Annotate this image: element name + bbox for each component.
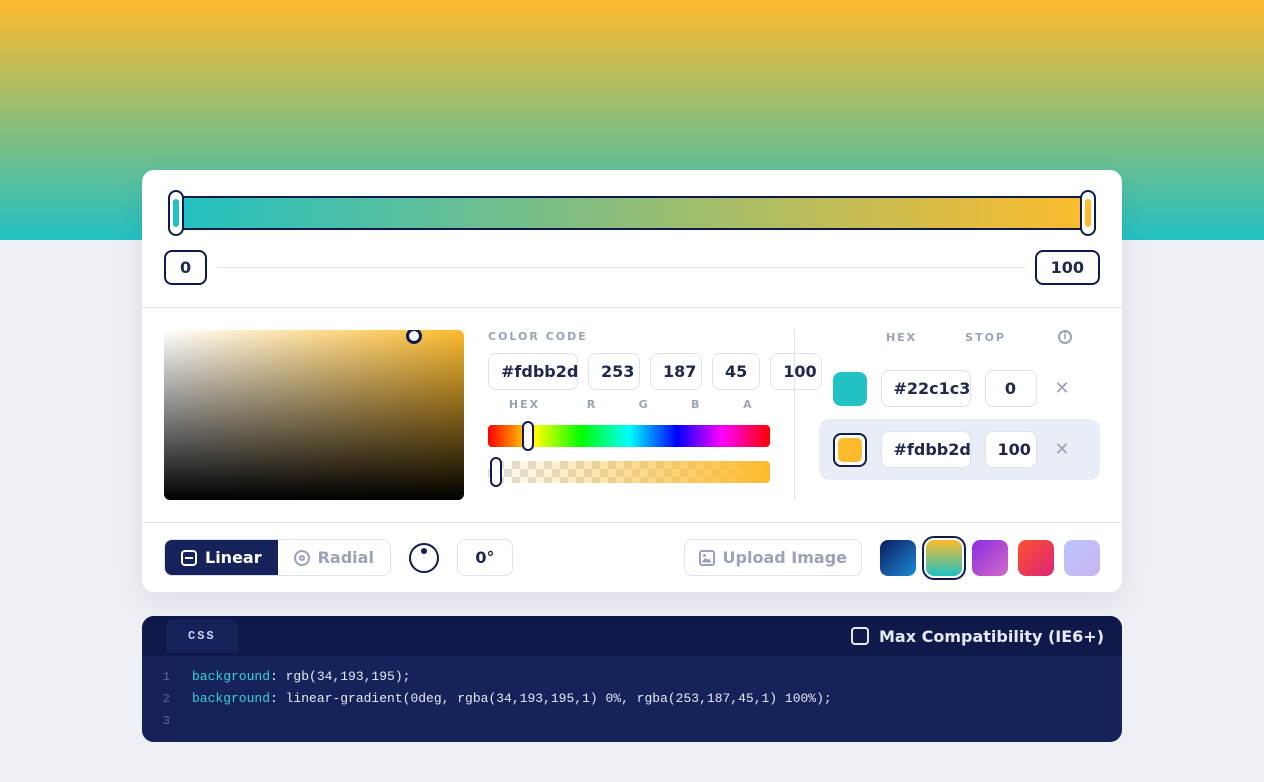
stop-swatch-1[interactable]: [833, 433, 867, 467]
alpha-handle[interactable]: [490, 457, 502, 487]
preset-list: [880, 540, 1100, 576]
r-label: R: [571, 398, 613, 411]
hex-label: HEX: [488, 398, 561, 411]
gradient-handle-right[interactable]: [1080, 190, 1096, 236]
g-input[interactable]: 187: [650, 353, 702, 390]
linear-icon: [181, 550, 197, 566]
gradient-bar[interactable]: [168, 192, 1096, 234]
checkbox-icon[interactable]: [851, 627, 869, 645]
stop-column-label: STOP: [965, 331, 1006, 344]
hue-slider[interactable]: [488, 425, 770, 447]
upload-label: Upload Image: [723, 548, 847, 567]
upload-image-button[interactable]: Upload Image: [684, 539, 862, 576]
info-icon[interactable]: i: [1058, 330, 1072, 344]
tab-radial[interactable]: Radial: [278, 540, 390, 575]
code-tab-css[interactable]: CSS: [166, 619, 238, 653]
a-input[interactable]: 100: [770, 353, 822, 390]
tab-linear-label: Linear: [205, 548, 262, 567]
stop-swatch-0[interactable]: [833, 372, 867, 406]
stop-pos-input-0[interactable]: 0: [985, 370, 1037, 407]
editor-card: 0 100 COLOR CODE #fdbb2d 253 187 45 100 …: [142, 170, 1122, 592]
tab-radial-label: Radial: [318, 548, 374, 567]
r-input[interactable]: 253: [588, 353, 640, 390]
stop-row-1[interactable]: #fdbb2d 100 ✕: [819, 419, 1101, 480]
alpha-slider[interactable]: [488, 461, 770, 483]
preset-3[interactable]: [1018, 540, 1054, 576]
tab-linear[interactable]: Linear: [165, 540, 278, 575]
preset-2[interactable]: [972, 540, 1008, 576]
radial-icon: [294, 550, 310, 566]
picker-cursor[interactable]: [406, 330, 422, 344]
hex-input[interactable]: #fdbb2d: [488, 353, 578, 390]
gradient-bar-track[interactable]: [176, 196, 1088, 230]
preset-0[interactable]: [880, 540, 916, 576]
g-label: G: [623, 398, 665, 411]
preset-1[interactable]: [926, 540, 962, 576]
b-label: B: [675, 398, 717, 411]
hue-handle[interactable]: [522, 421, 534, 451]
angle-knob[interactable]: [409, 543, 439, 573]
stop-row-0[interactable]: #22c1c3 0 ✕: [819, 358, 1101, 419]
color-code-heading: COLOR CODE: [488, 330, 770, 343]
stop-position-right[interactable]: 100: [1035, 250, 1100, 285]
stop-pos-input-1[interactable]: 100: [985, 431, 1037, 468]
angle-input[interactable]: 0°: [457, 539, 513, 576]
preset-4[interactable]: [1064, 540, 1100, 576]
remove-stop-1[interactable]: ✕: [1051, 439, 1074, 460]
saturation-value-picker[interactable]: [164, 330, 464, 500]
image-icon: [699, 550, 715, 566]
gradient-type-tabs: Linear Radial: [164, 539, 391, 576]
max-compat-toggle[interactable]: Max Compatibility (IE6+): [851, 627, 1104, 646]
hex-column-label: HEX: [886, 331, 917, 344]
stop-slider-track[interactable]: [217, 267, 1024, 268]
stop-position-left[interactable]: 0: [164, 250, 207, 285]
max-compat-label: Max Compatibility (IE6+): [879, 627, 1104, 646]
a-label: A: [727, 398, 769, 411]
code-content[interactable]: background: rgb(34,193,195); background:…: [178, 656, 1122, 742]
vertical-divider: [794, 330, 795, 500]
stop-hex-input-1[interactable]: #fdbb2d: [881, 431, 971, 468]
stop-hex-input-0[interactable]: #22c1c3: [881, 370, 971, 407]
remove-stop-0[interactable]: ✕: [1051, 378, 1074, 399]
line-gutter: 1 2 3: [142, 656, 178, 742]
b-input[interactable]: 45: [712, 353, 760, 390]
gradient-handle-left[interactable]: [168, 190, 184, 236]
code-panel: CSS Max Compatibility (IE6+) 1 2 3 backg…: [142, 616, 1122, 742]
